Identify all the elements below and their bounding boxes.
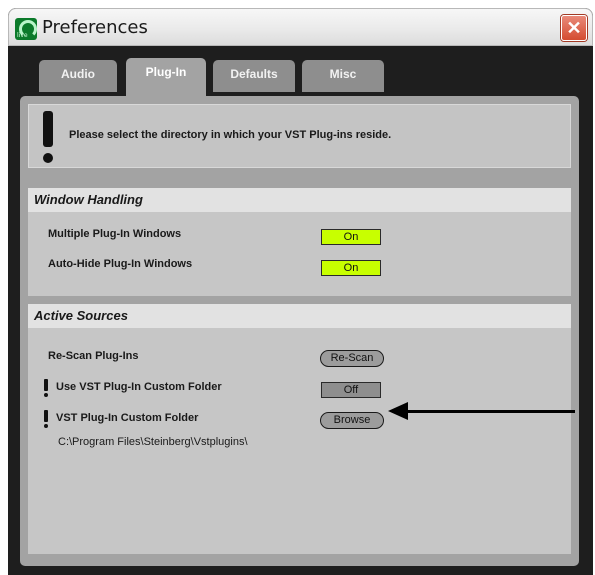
rescan-button[interactable]: Re-Scan	[320, 350, 384, 367]
browse-button[interactable]: Browse	[320, 412, 384, 429]
auto-hide-plugin-windows-toggle[interactable]: On	[321, 260, 381, 276]
auto-hide-plugin-windows-label: Auto-Hide Plug-In Windows	[48, 258, 193, 270]
custom-folder-path: C:\Program Files\Steinberg\Vstplugins\	[58, 436, 248, 448]
active-sources-section: Active Sources Re-Scan Plug-Ins Re-Scan …	[28, 304, 571, 554]
title-bar[interactable]: live Preferences ✕	[8, 8, 593, 46]
custom-folder-warning-icon	[44, 410, 48, 428]
rescan-plugins-label: Re-Scan Plug-Ins	[48, 350, 139, 362]
tab-plug-in[interactable]: Plug-In	[126, 58, 206, 98]
use-custom-folder-label: Use VST Plug-In Custom Folder	[56, 381, 222, 393]
use-custom-folder-warning-icon	[44, 379, 48, 397]
section-title-active-sources: Active Sources	[28, 304, 571, 328]
section-title-window-handling: Window Handling	[28, 188, 571, 212]
pointer-arrow-line	[405, 410, 575, 413]
preferences-window: live Preferences ✕ Audio Plug-In Default…	[8, 8, 593, 575]
custom-folder-label: VST Plug-In Custom Folder	[56, 412, 199, 424]
plug-in-panel: Please select the directory in which you…	[20, 96, 579, 566]
tab-defaults[interactable]: Defaults	[213, 60, 295, 92]
close-icon: ✕	[566, 18, 582, 38]
warning-exclamation-icon	[43, 111, 55, 163]
use-custom-folder-toggle[interactable]: Off	[321, 382, 381, 398]
window-handling-section: Window Handling Multiple Plug-In Windows…	[28, 188, 571, 296]
app-logo-icon: live	[15, 18, 37, 40]
tab-audio[interactable]: Audio	[39, 60, 117, 92]
app-logo-label: live	[17, 32, 28, 39]
multiple-plugin-windows-toggle[interactable]: On	[321, 229, 381, 245]
notice-text: Please select the directory in which you…	[69, 129, 392, 141]
close-button[interactable]: ✕	[561, 15, 587, 41]
multiple-plugin-windows-label: Multiple Plug-In Windows	[48, 228, 182, 240]
window-title: Preferences	[42, 17, 148, 38]
notice-box: Please select the directory in which you…	[28, 104, 571, 168]
tab-misc[interactable]: Misc	[302, 60, 384, 92]
